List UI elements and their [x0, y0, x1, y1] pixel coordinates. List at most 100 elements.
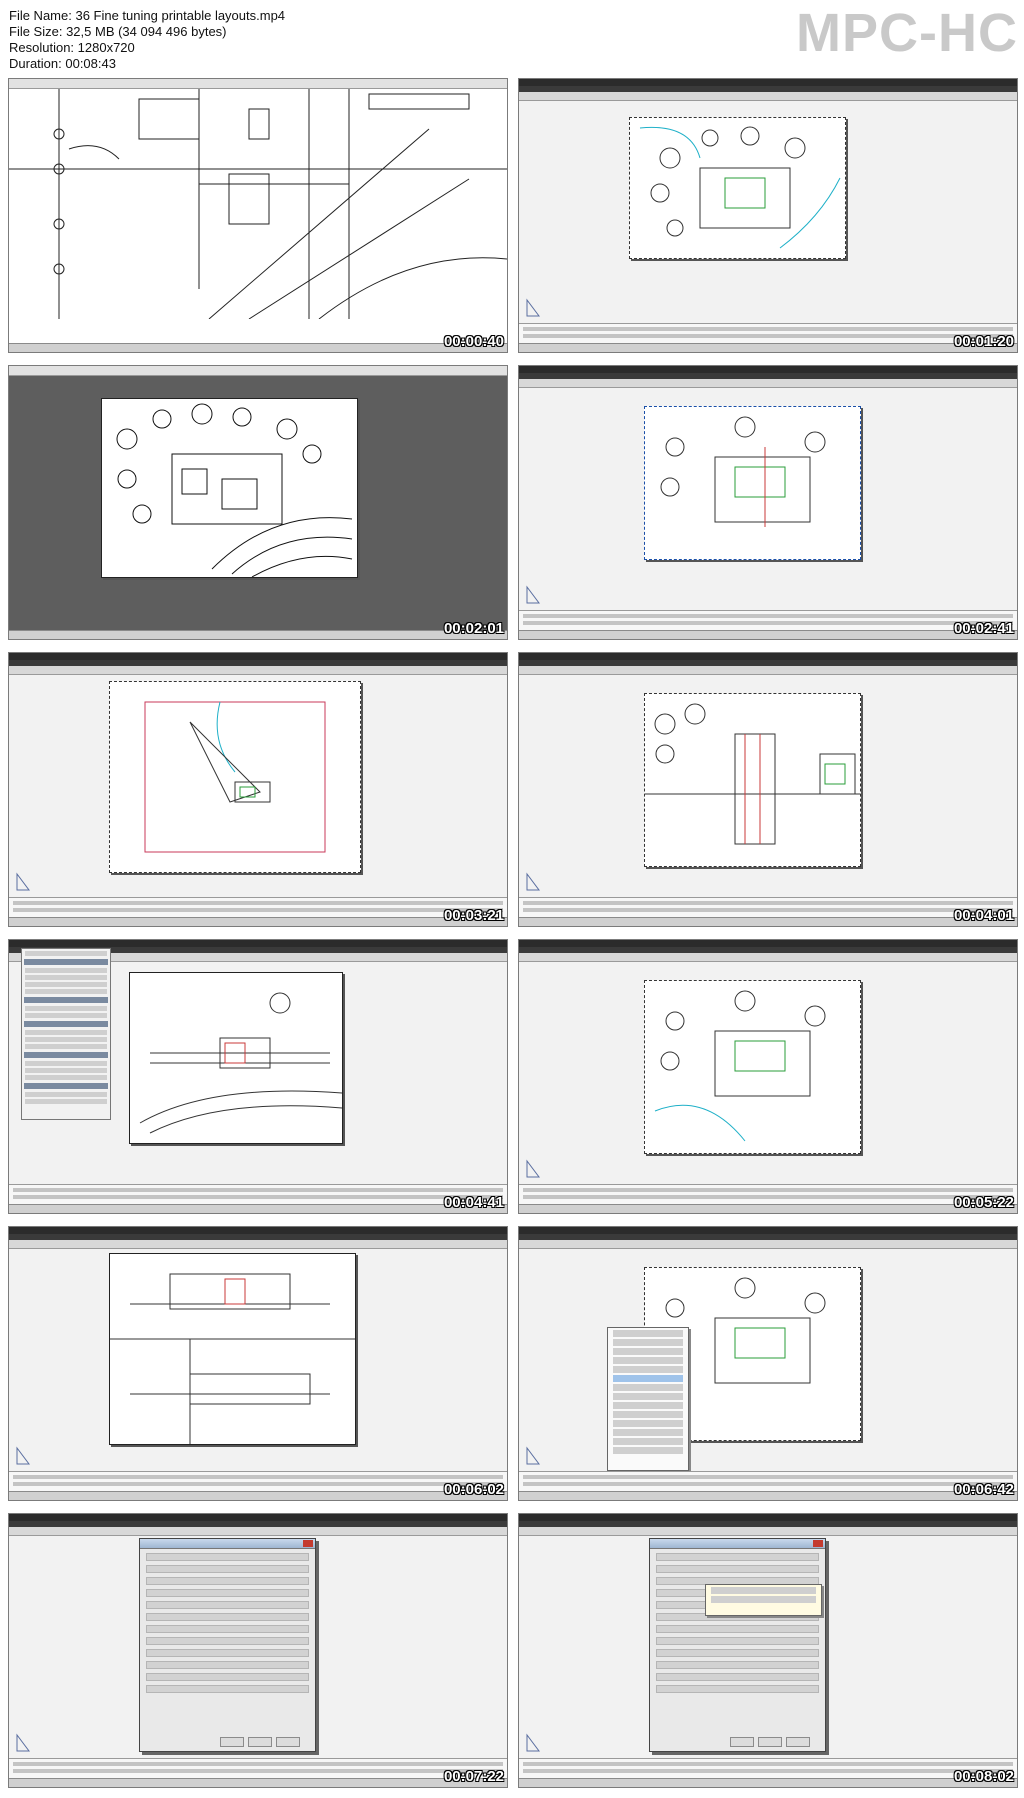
title-bar [519, 1514, 1017, 1521]
command-line[interactable] [519, 610, 1017, 631]
close-icon[interactable] [813, 1540, 823, 1547]
properties-palette[interactable] [21, 948, 111, 1120]
drawing-canvas [9, 89, 507, 324]
help-button[interactable] [276, 1737, 300, 1747]
ucs-icon [15, 1446, 31, 1466]
toolbar [519, 666, 1017, 675]
site-plan-drawing [654, 990, 826, 1142]
toolbar [9, 1240, 507, 1249]
viewer-toolbar [9, 366, 507, 376]
title-bar [519, 366, 1017, 373]
status-bar [519, 917, 1017, 926]
thumbnail-grid: 00:00:40 00:01:20 00:02:01 00:02:41 00:0… [8, 78, 1018, 1793]
status-bar [519, 630, 1017, 639]
thumbnail-8[interactable]: 00:05:22 [518, 939, 1018, 1214]
toolbar [519, 379, 1017, 388]
cancel-button[interactable] [248, 1737, 272, 1747]
ucs-icon [525, 585, 541, 605]
command-line[interactable] [519, 1758, 1017, 1779]
layout-sheet [109, 681, 361, 873]
ucs-icon [525, 1733, 541, 1753]
toolbar [9, 666, 507, 675]
ucs-icon [525, 872, 541, 892]
status-bar [9, 1491, 507, 1500]
site-plan-drawing [645, 703, 860, 845]
toolbar [519, 1527, 1017, 1536]
toolbar [519, 953, 1017, 962]
viewer-toolbar [9, 79, 507, 89]
layout-sheet [109, 1253, 356, 1445]
drawing-canvas [519, 388, 1017, 611]
ucs-icon [525, 298, 541, 318]
command-line[interactable] [519, 897, 1017, 918]
tooltip-popup [705, 1584, 822, 1616]
thumbnail-4[interactable]: 00:02:41 [518, 365, 1018, 640]
close-icon[interactable] [303, 1540, 313, 1547]
thumbnail-10[interactable]: 00:06:42 [518, 1226, 1018, 1501]
drawing-canvas [519, 962, 1017, 1185]
plot-dialog[interactable] [139, 1538, 316, 1752]
ucs-icon [15, 872, 31, 892]
status-bar [9, 343, 507, 352]
thumbnail-11[interactable]: 00:07:22 [8, 1513, 508, 1788]
command-line[interactable] [9, 1471, 507, 1492]
command-line[interactable] [9, 1758, 507, 1779]
command-line[interactable] [519, 1184, 1017, 1205]
site-plan-drawing [144, 701, 326, 853]
site-plan-drawing [116, 403, 353, 577]
thumbnail-9[interactable]: 00:06:02 [8, 1226, 508, 1501]
status-bar [9, 1778, 507, 1787]
status-bar [9, 630, 507, 639]
thumbnail-1[interactable]: 00:00:40 [8, 78, 508, 353]
title-bar [9, 940, 507, 947]
drawing-canvas [519, 1249, 1017, 1472]
floor-plan-drawing [9, 89, 507, 319]
drawing-canvas [9, 1249, 507, 1472]
thumbnail-3[interactable]: 00:02:01 [8, 365, 508, 640]
ucs-icon [525, 1159, 541, 1179]
title-bar [519, 940, 1017, 947]
viewport-selected [644, 406, 861, 560]
title-bar [519, 79, 1017, 86]
ok-button[interactable] [220, 1737, 244, 1747]
status-bar [519, 1491, 1017, 1500]
title-bar [519, 1227, 1017, 1234]
thumbnail-2[interactable]: 00:01:20 [518, 78, 1018, 353]
cancel-button[interactable] [758, 1737, 782, 1747]
ucs-icon [525, 1446, 541, 1466]
mpc-hc-watermark: MPC-HC [796, 3, 1018, 63]
layout-context-menu[interactable] [607, 1327, 689, 1471]
status-bar [519, 1778, 1017, 1787]
ok-button[interactable] [730, 1737, 754, 1747]
command-line[interactable] [519, 1471, 1017, 1492]
toolbar [519, 1240, 1017, 1249]
status-bar [519, 343, 1017, 352]
command-line[interactable] [9, 897, 507, 918]
command-line[interactable] [519, 323, 1017, 344]
layout-sheet [644, 980, 861, 1154]
status-bar [9, 1204, 507, 1213]
layout-sheet [629, 117, 846, 259]
thumbnail-6[interactable]: 00:04:01 [518, 652, 1018, 927]
site-plan-drawing [639, 126, 841, 249]
help-button[interactable] [786, 1737, 810, 1747]
plot-preview-sheet [101, 398, 358, 578]
thumbnail-5[interactable]: 00:03:21 [8, 652, 508, 927]
title-bar [9, 1227, 507, 1234]
elevation-drawing [139, 992, 342, 1134]
thumbnail-12[interactable]: 00:08:02 [518, 1513, 1018, 1788]
status-bar [519, 1204, 1017, 1213]
thumbnail-7[interactable]: 00:04:41 [8, 939, 508, 1214]
layout-sheet [644, 693, 861, 867]
drawing-canvas [519, 101, 1017, 324]
drawing-canvas [519, 675, 1017, 898]
status-bar [9, 917, 507, 926]
layout-sheet [129, 972, 343, 1144]
ucs-icon [15, 1733, 31, 1753]
command-line[interactable] [9, 1184, 507, 1205]
plot-dialog[interactable] [649, 1538, 826, 1752]
site-plan-drawing [660, 416, 826, 527]
title-bar [519, 653, 1017, 660]
toolbar [519, 92, 1017, 101]
drawing-canvas [9, 675, 507, 898]
